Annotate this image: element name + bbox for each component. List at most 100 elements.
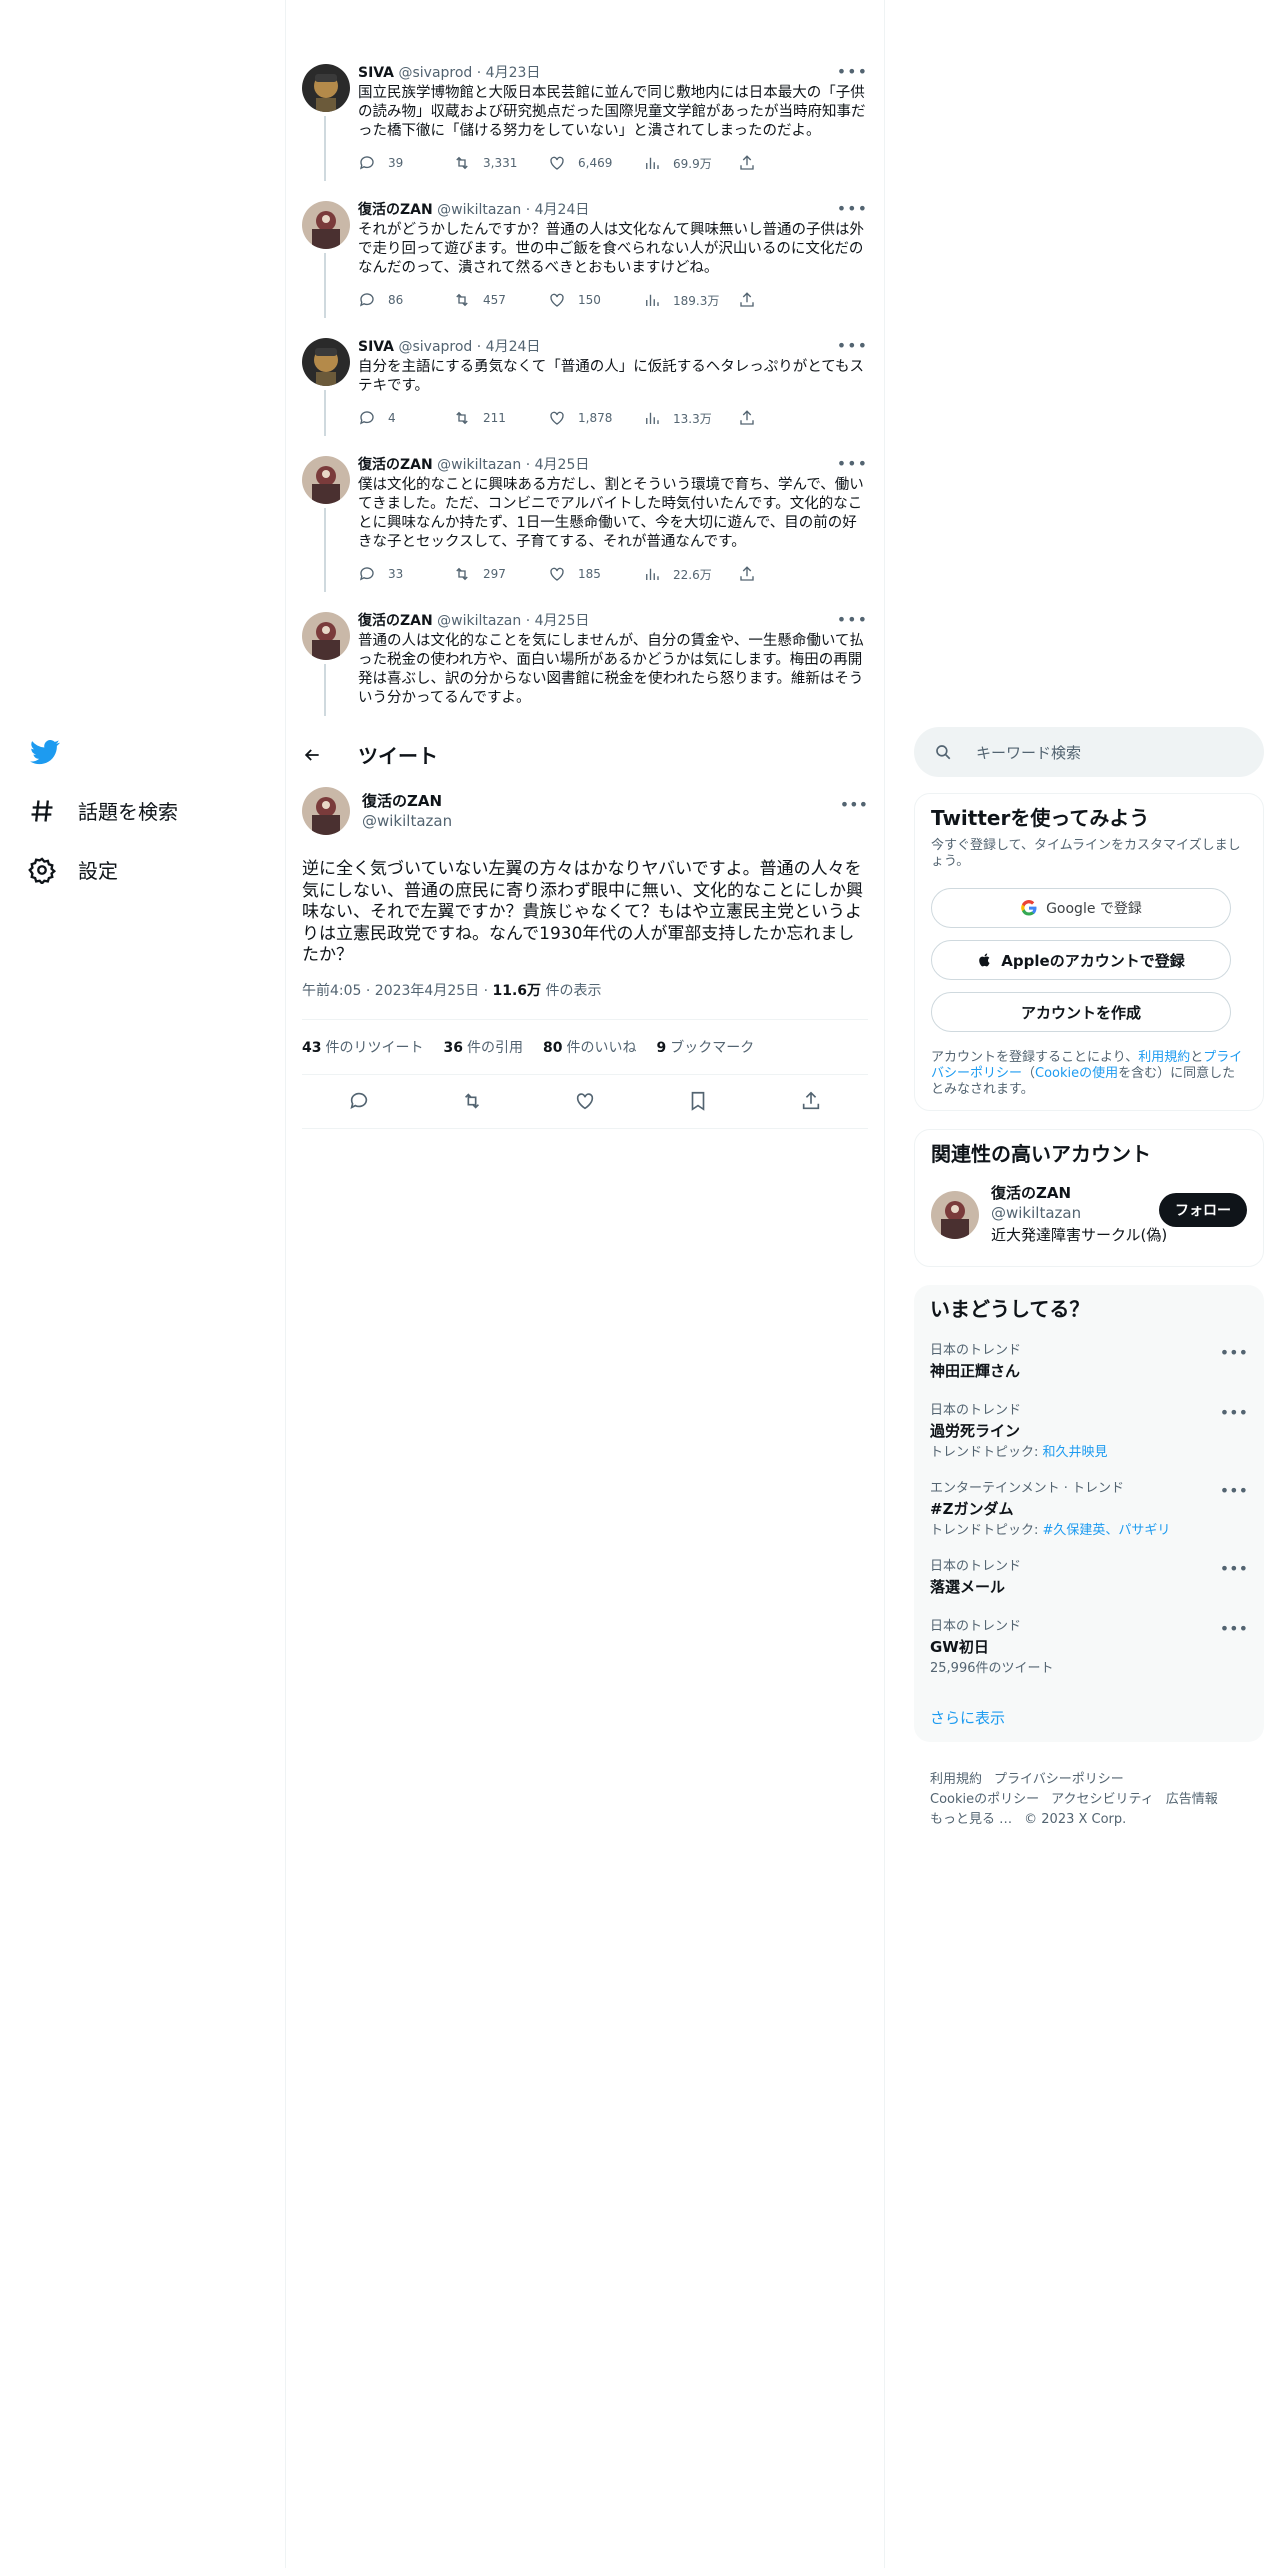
display-name[interactable]: 復活のZAN (358, 613, 433, 629)
footer-link[interactable]: 広告情報 (1166, 1792, 1218, 1807)
avatar[interactable] (302, 201, 350, 249)
date[interactable]: 4月24日 (486, 339, 541, 355)
handle[interactable]: @wikiltazan (437, 613, 521, 629)
more-icon[interactable]: ••• (837, 62, 868, 81)
more-icon[interactable]: ••• (1220, 1403, 1248, 1422)
display-name[interactable]: SIVA (358, 65, 394, 81)
handle[interactable]: @wikiltazan (991, 1203, 1167, 1223)
views-button[interactable]: 13.3万 (643, 409, 738, 427)
more-icon[interactable]: ••• (837, 199, 868, 218)
more-icon[interactable]: ••• (837, 336, 868, 355)
more-icon[interactable]: ••• (1220, 1481, 1248, 1500)
like-button[interactable]: 150 (548, 291, 643, 309)
like-button[interactable]: 6,469 (548, 154, 643, 172)
trend-topic-link[interactable]: #久保建英、パサギリ (1043, 1523, 1171, 1538)
tweet-actions: 39 3,331 6,469 69.9万 (358, 153, 868, 173)
handle[interactable]: @wikiltazan (362, 811, 452, 831)
retweet-icon[interactable] (461, 1090, 483, 1112)
handle[interactable]: @wikiltazan (437, 457, 521, 473)
trend-item[interactable]: 日本のトレンド 神田正輝さん ••• (930, 1343, 1248, 1381)
nav-item-explore[interactable]: 話題を検索 (28, 796, 178, 825)
display-name[interactable]: 復活のZAN (991, 1184, 1167, 1203)
trend-topic-link[interactable]: 和久井映見 (1043, 1445, 1108, 1460)
likes-stat[interactable]: 80 件のいいね (543, 1037, 636, 1057)
tweet[interactable]: ••• 復活のZAN @wikiltazan · 4月25日 普通の人は文化的な… (286, 610, 884, 716)
display-name[interactable]: 復活のZAN (358, 202, 433, 218)
reply-button[interactable]: 39 (358, 154, 453, 172)
retweet-button[interactable]: 3,331 (453, 154, 548, 172)
tweet[interactable]: ••• 復活のZAN @wikiltazan · 4月25日 僕は文化的なことに… (286, 454, 884, 592)
views-button[interactable]: 69.9万 (643, 154, 738, 172)
terms-link[interactable]: 利用規約 (1138, 1050, 1190, 1065)
nav-item-settings[interactable]: 設定 (28, 855, 118, 884)
retweets-stat[interactable]: 43 件のリツイート (302, 1037, 423, 1057)
related-account[interactable]: 復活のZAN @wikiltazan 近大発達障害サークル(偽) フォロー (931, 1184, 1247, 1245)
share-button[interactable] (738, 409, 833, 427)
retweet-button[interactable]: 211 (453, 409, 548, 427)
reply-button[interactable]: 4 (358, 409, 453, 427)
share-button[interactable] (738, 565, 833, 583)
footer-link[interactable]: アクセシビリティ (1051, 1792, 1154, 1807)
display-name[interactable]: SIVA (358, 339, 394, 355)
tweet[interactable]: ••• 復活のZAN @wikiltazan · 4月24日 それがどうかしたん… (286, 199, 884, 318)
show-more-link[interactable]: さらに表示 (930, 1707, 1248, 1728)
more-icon[interactable]: ••• (1220, 1343, 1248, 1362)
date[interactable]: 4月25日 (535, 613, 590, 629)
share-button[interactable] (738, 154, 833, 172)
display-name[interactable]: 復活のZAN (362, 792, 452, 811)
footer-link[interactable]: Cookieのポリシー (930, 1792, 1039, 1807)
handle[interactable]: @wikiltazan (437, 202, 521, 218)
bookmarks-stat[interactable]: 9 ブックマーク (656, 1037, 754, 1057)
views-button[interactable]: 189.3万 (643, 291, 738, 309)
apple-signup-button[interactable]: Appleのアカウントで登録 (931, 940, 1231, 980)
trend-item[interactable]: 日本のトレンド GW初日 25,996件のツイート ••• (930, 1619, 1248, 1677)
footer-link[interactable]: プライバシーポリシー (994, 1772, 1124, 1787)
trend-item[interactable]: 日本のトレンド 落選メール ••• (930, 1559, 1248, 1597)
date[interactable]: 4月24日 (535, 202, 590, 218)
heart-icon[interactable] (574, 1090, 596, 1112)
cookie-link[interactable]: Cookieの使用 (1035, 1066, 1118, 1081)
retweet-button[interactable]: 457 (453, 291, 548, 309)
footer-link[interactable]: 利用規約 (930, 1772, 982, 1787)
like-button[interactable]: 185 (548, 565, 643, 583)
reply-icon[interactable] (348, 1090, 370, 1112)
tweet-author[interactable]: 復活のZAN @wikiltazan (302, 781, 868, 841)
date[interactable]: 4月23日 (486, 65, 541, 81)
search-input[interactable]: キーワード検索 (914, 727, 1264, 777)
avatar[interactable] (302, 338, 350, 386)
more-icon[interactable]: ••• (1220, 1619, 1248, 1638)
avatar[interactable] (302, 787, 350, 835)
avatar[interactable] (302, 612, 350, 660)
tweet[interactable]: ••• SIVA @sivaprod · 4月23日 国立民族学博物館と大阪日本… (286, 62, 884, 181)
more-icon[interactable]: ••• (1220, 1559, 1248, 1578)
trend-item[interactable]: エンターテインメント · トレンド #Zガンダム トレンドトピック: #久保建英… (930, 1481, 1248, 1539)
reply-button[interactable]: 86 (358, 291, 453, 309)
tweet[interactable]: ••• SIVA @sivaprod · 4月24日 自分を主語にする勇気なくて… (286, 336, 884, 436)
create-account-button[interactable]: アカウントを作成 (931, 992, 1231, 1032)
quotes-stat[interactable]: 36 件の引用 (443, 1037, 522, 1057)
google-signup-button[interactable]: Google で登録 (931, 888, 1231, 928)
back-arrow-icon[interactable] (302, 745, 322, 765)
avatar[interactable] (931, 1190, 979, 1239)
retweet-button[interactable]: 297 (453, 565, 548, 583)
more-icon[interactable]: ••• (840, 795, 868, 814)
handle[interactable]: @sivaprod (398, 339, 472, 355)
avatar[interactable] (302, 64, 350, 112)
more-icon[interactable]: ••• (837, 610, 868, 629)
trend-item[interactable]: 日本のトレンド 過労死ライン トレンドトピック: 和久井映見 ••• (930, 1403, 1248, 1461)
bookmark-icon[interactable] (687, 1090, 709, 1112)
display-name[interactable]: 復活のZAN (358, 457, 433, 473)
like-button[interactable]: 1,878 (548, 409, 643, 427)
avatar[interactable] (302, 456, 350, 504)
handle[interactable]: @sivaprod (398, 65, 472, 81)
follow-button[interactable]: フォロー (1159, 1193, 1247, 1227)
reply-button[interactable]: 33 (358, 565, 453, 583)
more-icon[interactable]: ••• (837, 454, 868, 473)
timestamp[interactable]: 午前4:05 · 2023年4月25日 · (302, 983, 493, 999)
twitter-bird-icon[interactable] (28, 737, 62, 767)
footer-more-link[interactable]: もっと見る … (930, 1812, 1012, 1827)
views-button[interactable]: 22.6万 (643, 565, 738, 583)
share-button[interactable] (738, 291, 833, 309)
share-icon[interactable] (800, 1090, 822, 1112)
date[interactable]: 4月25日 (535, 457, 590, 473)
